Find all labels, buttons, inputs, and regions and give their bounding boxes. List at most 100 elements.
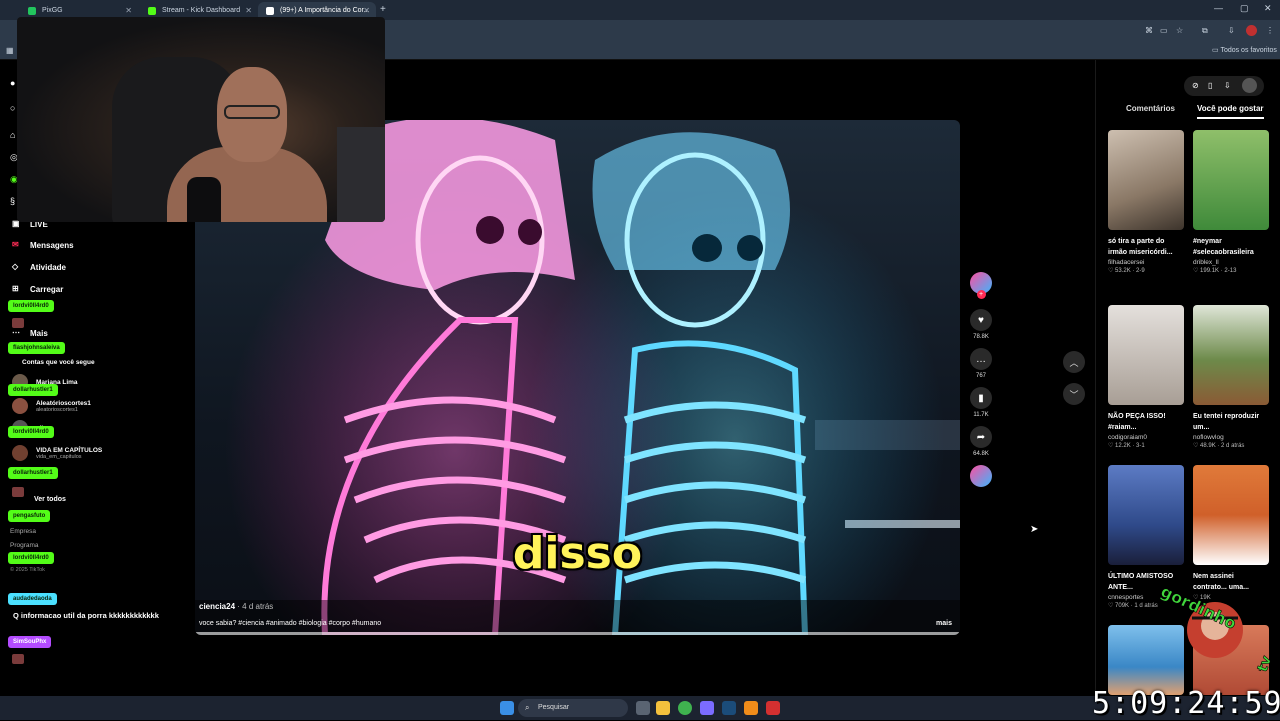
tab-label: (99+) A Importância do Cor... bbox=[280, 7, 370, 14]
chrome-icon[interactable] bbox=[678, 701, 692, 715]
menu-icon[interactable]: ⋮ bbox=[1266, 26, 1274, 35]
previous-video-button[interactable]: ︿ bbox=[1063, 351, 1085, 373]
following-item[interactable]: VIDA EM CAPÍTULOS vida_em_capitulos bbox=[12, 445, 102, 461]
gordinho-tv-logo: gordinho tv bbox=[1158, 581, 1276, 674]
chat-username-tag: lordvi0ll4rd0 bbox=[8, 426, 54, 438]
file-explorer-icon[interactable] bbox=[656, 701, 670, 715]
chat-username-tag: dollarhustler1 bbox=[8, 384, 58, 396]
company-link[interactable]: Empresa bbox=[10, 528, 36, 535]
sidebar-item-activity[interactable]: ◇ Atividade bbox=[12, 262, 66, 272]
app-icon[interactable] bbox=[766, 701, 780, 715]
comment-icon[interactable]: … bbox=[970, 348, 992, 370]
video-thumbnail[interactable] bbox=[1193, 130, 1269, 230]
following-name: Aleatórioscortes1 bbox=[36, 399, 91, 407]
star-icon[interactable]: ☆ bbox=[1176, 26, 1183, 35]
video-caption: disso bbox=[512, 528, 643, 579]
avatar bbox=[12, 398, 28, 414]
all-bookmarks[interactable]: ▭ Todos os favoritos bbox=[1212, 46, 1277, 54]
close-icon[interactable]: ✕ bbox=[125, 6, 132, 15]
chat-username-tag: audadedaoda bbox=[8, 593, 57, 605]
download-icon[interactable]: ⇩ bbox=[1228, 26, 1235, 35]
comment-action[interactable]: … 767 bbox=[970, 348, 992, 379]
new-tab-button[interactable]: + bbox=[380, 4, 386, 15]
share-icon[interactable]: ➦ bbox=[970, 426, 992, 448]
chat-username-tag: lordvi0ll4rd0 bbox=[8, 300, 54, 312]
task-view-icon[interactable] bbox=[636, 701, 650, 715]
follow-plus-icon[interactable]: + bbox=[976, 290, 986, 299]
user-avatar[interactable] bbox=[1242, 78, 1257, 93]
download-icon[interactable]: ⇩ bbox=[1224, 81, 1231, 90]
video-thumbnail[interactable] bbox=[1108, 305, 1184, 405]
search-icon[interactable]: ○ bbox=[10, 103, 15, 113]
chevron-up-icon: ︿ bbox=[1069, 357, 1079, 368]
next-video-button[interactable]: ﹀ bbox=[1063, 383, 1085, 405]
heart-icon[interactable]: ♥ bbox=[970, 309, 992, 331]
author-name[interactable]: ciencia24 bbox=[199, 602, 235, 611]
video-card[interactable]: NÃO PEÇA ISSO! #raiam... codigoraiam0 ♡ … bbox=[1108, 305, 1184, 449]
share-action[interactable]: ➦ 64.8K bbox=[970, 426, 992, 457]
creator-avatar[interactable]: + bbox=[970, 272, 992, 299]
extensions-icon[interactable]: ⧉ bbox=[1202, 26, 1208, 36]
phone-icon[interactable]: ▯ bbox=[1208, 81, 1212, 90]
card-author[interactable]: filhadacersei bbox=[1108, 259, 1184, 266]
sidebar-item-more[interactable]: ⋯ Mais bbox=[12, 328, 48, 338]
home-icon[interactable]: ⌂ bbox=[10, 130, 15, 140]
stream-timer: 5:09:24:59 bbox=[1092, 686, 1280, 721]
sidebar-item-upload[interactable]: ⊞ Carregar bbox=[12, 284, 63, 294]
card-author[interactable]: noflowvlog bbox=[1193, 434, 1269, 441]
close-icon[interactable]: ✕ bbox=[363, 6, 370, 15]
more-button[interactable]: mais bbox=[936, 620, 952, 627]
see-all-link[interactable]: Ver todos bbox=[34, 496, 66, 503]
video-thumbnail[interactable] bbox=[1193, 465, 1269, 565]
friends-icon[interactable]: § bbox=[10, 196, 15, 206]
bookmark-icon[interactable]: ▮ bbox=[970, 387, 992, 409]
taskbar-search[interactable]: ⌕ Pesquisar bbox=[518, 699, 628, 717]
close-window-icon[interactable]: ✕ bbox=[1264, 3, 1272, 14]
minimize-icon[interactable]: — bbox=[1214, 3, 1223, 13]
bookmark-action[interactable]: ▮ 11.7K bbox=[970, 387, 992, 418]
chat-avatar bbox=[12, 318, 24, 328]
sidebar-item-label: Mais bbox=[30, 328, 48, 338]
sidebar-item-label: Atividade bbox=[30, 262, 67, 272]
video-thumbnail[interactable] bbox=[1108, 465, 1184, 565]
tab-you-may-like[interactable]: Você pode gostar bbox=[1197, 104, 1264, 119]
maximize-icon[interactable]: ▢ bbox=[1240, 3, 1249, 14]
video-card[interactable]: Eu tentei reproduzir um... noflowvlog ♡ … bbox=[1193, 305, 1269, 449]
following-item[interactable]: Aleatórioscortes1 aleatorioscortes1 bbox=[12, 398, 91, 414]
program-link[interactable]: Programa bbox=[10, 542, 39, 549]
card-author[interactable]: codigoraiam0 bbox=[1108, 434, 1184, 441]
video-thumbnail[interactable] bbox=[1108, 130, 1184, 230]
card-stats: ♡ 48.9K · 2 d atrás bbox=[1193, 443, 1245, 449]
messages-icon: ✉ bbox=[12, 240, 19, 249]
chat-username-tag: dollarhustler1 bbox=[8, 467, 58, 479]
share-count: 64.8K bbox=[973, 451, 989, 457]
search-placeholder: Pesquisar bbox=[538, 704, 570, 711]
glasses bbox=[224, 105, 280, 119]
vlc-icon[interactable] bbox=[744, 701, 758, 715]
sidebar-item-messages[interactable]: ✉ Mensagens bbox=[12, 240, 74, 250]
discord-icon[interactable] bbox=[700, 701, 714, 715]
player-toolbar: ⊘ ▯ ⇩ bbox=[1184, 76, 1264, 96]
background-shelf bbox=[337, 127, 385, 222]
kick-favicon-icon bbox=[148, 7, 156, 15]
cast-icon[interactable]: ▭ bbox=[1160, 26, 1168, 35]
pixgg-favicon-icon bbox=[28, 7, 36, 15]
like-action[interactable]: ♥ 78.8K bbox=[970, 309, 992, 340]
bookmark-count: 11.7K bbox=[973, 412, 989, 418]
apps-icon[interactable]: ▦ bbox=[6, 46, 14, 55]
video-card[interactable]: só tira a parte do irmão misericórdi... … bbox=[1108, 130, 1184, 274]
close-icon[interactable]: ✕ bbox=[245, 6, 252, 15]
following-handle: aleatorioscortes1 bbox=[36, 406, 78, 413]
tab-comments[interactable]: Comentários bbox=[1126, 104, 1175, 113]
steam-icon[interactable] bbox=[722, 701, 736, 715]
windows-start-icon[interactable] bbox=[500, 701, 514, 715]
video-thumbnail[interactable] bbox=[1193, 305, 1269, 405]
video-card[interactable]: #neymar #selecaobrasileira driblex_ll ♡ … bbox=[1193, 130, 1269, 274]
video-author[interactable]: ciencia24 · 4 d atrás bbox=[199, 602, 273, 611]
music-disc[interactable] bbox=[970, 465, 992, 487]
profile-avatar[interactable] bbox=[1246, 25, 1257, 36]
block-icon[interactable]: ⊘ bbox=[1192, 81, 1199, 90]
chat-message: Q informacao util da porra kkkkkkkkkkkk bbox=[8, 608, 164, 623]
translate-icon[interactable]: ⌘ bbox=[1145, 26, 1153, 35]
card-author[interactable]: driblex_ll bbox=[1193, 259, 1269, 266]
